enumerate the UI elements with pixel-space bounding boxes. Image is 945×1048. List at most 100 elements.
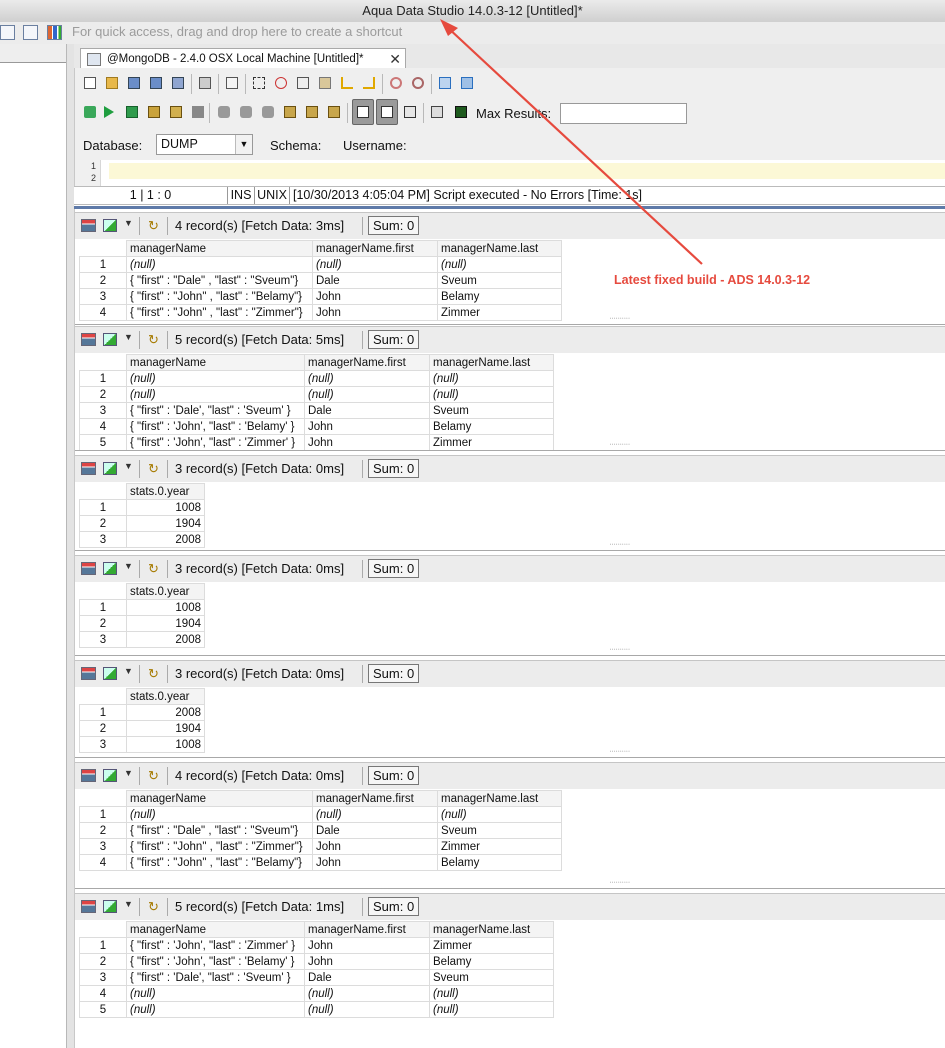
table-row[interactable]: 1 (null) (null) (null) bbox=[79, 370, 554, 387]
table-row[interactable]: 5{ "first" : 'John', "last" : 'Zimmer' }… bbox=[79, 434, 554, 451]
sum-button[interactable]: Sum: 0 bbox=[368, 459, 420, 478]
column-header[interactable]: managerName.last bbox=[429, 921, 554, 938]
grid-cell[interactable]: 1904 bbox=[126, 720, 205, 737]
grid-cell[interactable]: John bbox=[312, 854, 438, 871]
column-header[interactable]: managerName.last bbox=[429, 354, 554, 371]
grid-cell[interactable]: John bbox=[312, 288, 438, 305]
refresh-icon[interactable]: ↻ bbox=[148, 768, 159, 784]
grid-cell[interactable]: Sveum bbox=[437, 272, 562, 289]
table-row[interactable]: 2{ "first" : "Dale" , "last" : "Sveum"} D… bbox=[79, 822, 562, 839]
grid-cell[interactable]: (null) bbox=[304, 370, 430, 387]
table-row[interactable]: 1 1008 bbox=[79, 599, 205, 616]
redo-icon[interactable] bbox=[360, 74, 378, 92]
column-header[interactable]: managerName.first bbox=[312, 790, 438, 807]
grid-cell[interactable]: 1008 bbox=[126, 499, 205, 516]
grid-cell[interactable]: (null) bbox=[126, 985, 305, 1002]
execute-all-icon[interactable] bbox=[81, 103, 99, 121]
grid-cell[interactable]: (null) bbox=[429, 370, 554, 387]
grid-cell[interactable]: Dale bbox=[312, 822, 438, 839]
grid-cell[interactable]: 1904 bbox=[126, 615, 205, 632]
export-results-icon[interactable] bbox=[81, 900, 96, 913]
table-row[interactable]: 2 (null) (null) (null) bbox=[79, 386, 554, 403]
grid-cell[interactable]: Belamy bbox=[429, 953, 554, 970]
column-header[interactable]: managerName.last bbox=[437, 240, 562, 257]
grid-cell[interactable]: Sveum bbox=[429, 969, 554, 986]
list-view-icon[interactable] bbox=[0, 25, 15, 40]
unformat-icon[interactable] bbox=[458, 74, 476, 92]
bookmark-clear-icon[interactable] bbox=[325, 103, 343, 121]
replace-icon[interactable] bbox=[409, 74, 427, 92]
rollback-icon[interactable] bbox=[237, 103, 255, 121]
result-panel-divider[interactable] bbox=[75, 324, 945, 325]
grid-cell[interactable]: (null) bbox=[126, 370, 305, 387]
chevron-down-icon[interactable]: ▼ bbox=[124, 218, 133, 228]
grid-cell[interactable]: 2008 bbox=[126, 531, 205, 548]
grid-cell[interactable]: { "first" : "John" , "last" : "Belamy"} bbox=[126, 854, 313, 871]
result-panel-divider[interactable] bbox=[75, 888, 945, 889]
max-results-input[interactable] bbox=[560, 103, 687, 124]
table-row[interactable]: 3 1008 bbox=[79, 736, 205, 753]
chevron-down-icon[interactable]: ▼ bbox=[124, 332, 133, 342]
table-row[interactable]: 1 (null) (null) (null) bbox=[79, 806, 562, 823]
bookmark-icon[interactable] bbox=[281, 103, 299, 121]
result-grid[interactable]: stats.0.year 1 1008 2 1904 3 2008 bbox=[79, 583, 205, 648]
export-results-icon[interactable] bbox=[81, 667, 96, 680]
excel-export-icon[interactable] bbox=[103, 769, 117, 782]
grid-cell[interactable]: { "first" : 'Dale', "last" : 'Sveum' } bbox=[126, 969, 305, 986]
table-row[interactable]: 3 2008 bbox=[79, 631, 205, 648]
grid-cell[interactable]: (null) bbox=[304, 985, 430, 1002]
column-header[interactable]: stats.0.year bbox=[126, 583, 205, 600]
auto-commit-icon[interactable] bbox=[259, 103, 277, 121]
result-grid[interactable]: managerName managerName.first managerName.… bbox=[79, 240, 562, 321]
chevron-down-icon[interactable]: ▼ bbox=[124, 899, 133, 909]
table-row[interactable]: 3{ "first" : 'Dale', "last" : 'Sveum' } D… bbox=[79, 969, 554, 986]
undo-icon[interactable] bbox=[338, 74, 356, 92]
bookmark-next-icon[interactable] bbox=[303, 103, 321, 121]
table-row[interactable]: 3 2008 bbox=[79, 531, 205, 548]
grid-cell[interactable]: John bbox=[304, 937, 430, 954]
table-row[interactable]: 1 2008 bbox=[79, 704, 205, 721]
sum-button[interactable]: Sum: 0 bbox=[368, 216, 420, 235]
grid-cell[interactable]: Belamy bbox=[429, 418, 554, 435]
refresh-icon[interactable]: ↻ bbox=[148, 666, 159, 682]
results-grid-toggle-icon[interactable] bbox=[352, 99, 374, 125]
grid-cell[interactable]: { "first" : "Dale" , "last" : "Sveum"} bbox=[126, 822, 313, 839]
save-as-icon[interactable] bbox=[147, 74, 165, 92]
result-panel-divider[interactable] bbox=[75, 655, 945, 656]
column-header[interactable]: managerName bbox=[126, 921, 305, 938]
splitter-grip[interactable]: •••••••••• bbox=[610, 880, 631, 884]
format-icon[interactable] bbox=[436, 74, 454, 92]
refresh-icon[interactable]: ↻ bbox=[148, 899, 159, 915]
column-header[interactable]: stats.0.year bbox=[126, 688, 205, 705]
grid-cell[interactable]: { "first" : "Dale" , "last" : "Sveum"} bbox=[126, 272, 313, 289]
splitter-grip[interactable]: •••••••••• bbox=[610, 542, 631, 546]
result-panel-divider[interactable] bbox=[75, 450, 945, 451]
refresh-icon[interactable]: ↻ bbox=[148, 332, 159, 348]
export-results-icon[interactable] bbox=[81, 333, 96, 346]
grid-cell[interactable]: (null) bbox=[312, 256, 438, 273]
grid-cell[interactable]: (null) bbox=[126, 1001, 305, 1018]
export-results-icon[interactable] bbox=[81, 219, 96, 232]
export-results-icon[interactable] bbox=[81, 462, 96, 475]
table-row[interactable]: 2{ "first" : 'John', "last" : 'Belamy' }… bbox=[79, 953, 554, 970]
grid-cell[interactable]: Sveum bbox=[429, 402, 554, 419]
grid-cell[interactable]: { "first" : "John" , "last" : "Belamy"} bbox=[126, 288, 313, 305]
table-row[interactable]: 3{ "first" : "John" , "last" : "Belamy"}… bbox=[79, 288, 562, 305]
grid-cell[interactable]: Sveum bbox=[437, 822, 562, 839]
column-header[interactable]: managerName.first bbox=[304, 921, 430, 938]
grid-cell[interactable]: Belamy bbox=[437, 854, 562, 871]
query-editor[interactable]: 1 2 bbox=[74, 160, 945, 186]
result-panel-divider[interactable] bbox=[75, 757, 945, 758]
grid-cell[interactable]: Zimmer bbox=[437, 304, 562, 321]
excel-export-icon[interactable] bbox=[103, 333, 117, 346]
grid-cell[interactable]: Zimmer bbox=[429, 937, 554, 954]
grid-cell[interactable]: John bbox=[304, 434, 430, 451]
table-row[interactable]: 2 1904 bbox=[79, 515, 205, 532]
table-row[interactable]: 1 (null) (null) (null) bbox=[79, 256, 562, 273]
grid-cell[interactable]: { "first" : 'John', "last" : 'Zimmer' } bbox=[126, 434, 305, 451]
result-grid[interactable]: stats.0.year 1 1008 2 1904 3 2008 bbox=[79, 483, 205, 548]
grid-cell[interactable]: (null) bbox=[126, 256, 313, 273]
results-text-icon[interactable] bbox=[401, 103, 419, 121]
grid-cell[interactable]: { "first" : 'John', "last" : 'Belamy' } bbox=[126, 953, 305, 970]
grid-cell[interactable]: (null) bbox=[312, 806, 438, 823]
